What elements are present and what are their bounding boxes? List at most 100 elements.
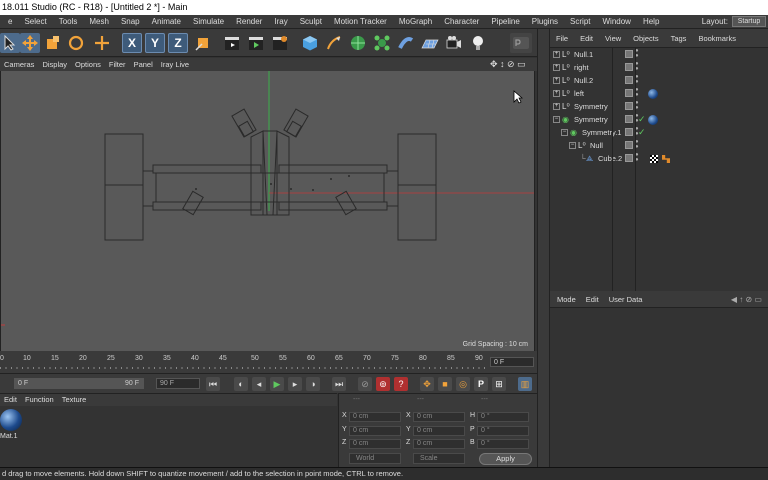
coordinate-mode-dropdown[interactable]: World: [349, 453, 401, 464]
selection-tag-icon[interactable]: [662, 155, 670, 163]
menu-snap[interactable]: Snap: [115, 15, 146, 29]
material-tag-icon[interactable]: [648, 89, 658, 99]
next-frame-button[interactable]: ▸: [288, 377, 302, 391]
pos-z-field[interactable]: 0 cm: [349, 439, 401, 449]
prev-key-button[interactable]: ◐: [234, 377, 248, 391]
expand-icon[interactable]: −: [569, 142, 576, 149]
size-y-field[interactable]: 0 cm: [413, 426, 465, 436]
objects-menu-tags[interactable]: Tags: [665, 29, 693, 47]
autokey-button[interactable]: ⊚: [376, 377, 390, 391]
expand-icon[interactable]: +: [553, 77, 560, 84]
frame-range-slider[interactable]: 0 F 90 F: [14, 378, 144, 389]
objects-menu-objects[interactable]: Objects: [627, 29, 664, 47]
menu-help[interactable]: Help: [637, 15, 665, 29]
prev-frame-button[interactable]: ◂: [252, 377, 266, 391]
layer-checkbox[interactable]: [625, 141, 633, 149]
render-picture-viewer-button[interactable]: [246, 33, 266, 53]
viewport-menu-display[interactable]: Display: [38, 58, 71, 71]
timeline-ruler[interactable]: 0 10 15 20 25 30 35 40 45 50 55 60 65 70…: [0, 351, 488, 365]
menu-item[interactable]: e: [2, 15, 18, 29]
menu-pipeline[interactable]: Pipeline: [485, 15, 525, 29]
3d-viewport[interactable]: Grid Spacing : 10 cm: [0, 71, 535, 351]
move-tool-button[interactable]: [20, 33, 40, 53]
object-row[interactable]: + L⁰ left ● ●: [550, 87, 768, 100]
object-row[interactable]: └ ⟁ Cube.2 ● ●: [550, 152, 768, 165]
menu-mesh[interactable]: Mesh: [83, 15, 115, 29]
layer-checkbox[interactable]: [625, 76, 633, 84]
objects-menu-view[interactable]: View: [599, 29, 627, 47]
play-button[interactable]: ▶: [270, 377, 284, 391]
viewport-menu-iray-live[interactable]: Iray Live: [157, 58, 193, 71]
layer-checkbox[interactable]: [625, 154, 633, 162]
timeline-window-button[interactable]: ▥: [518, 377, 532, 391]
objects-menu-edit[interactable]: Edit: [574, 29, 599, 47]
viewport-nav-icons[interactable]: ✥ ↕ ⊘ ▭: [490, 58, 526, 71]
expand-icon[interactable]: +: [553, 90, 560, 97]
pos-y-field[interactable]: 0 cm: [349, 426, 401, 436]
next-key-button[interactable]: ◑: [306, 377, 320, 391]
attribute-menu-edit[interactable]: Edit: [581, 291, 604, 307]
layer-checkbox[interactable]: [625, 89, 633, 97]
z-axis-button[interactable]: Z: [168, 33, 188, 53]
coordinate-system-button[interactable]: [193, 33, 213, 53]
menu-motion-tracker[interactable]: Motion Tracker: [328, 15, 393, 29]
object-row[interactable]: + L⁰ right ● ●: [550, 61, 768, 74]
attribute-nav-icons[interactable]: ◀ ↑ ⊘ ▭: [731, 291, 762, 308]
menu-iray[interactable]: Iray: [268, 15, 293, 29]
material-menu-texture[interactable]: Texture: [58, 394, 91, 406]
key-rotation-button[interactable]: ◎: [456, 377, 470, 391]
menu-sculpt[interactable]: Sculpt: [294, 15, 328, 29]
objects-menu-bookmarks[interactable]: Bookmarks: [692, 29, 742, 47]
menu-render[interactable]: Render: [230, 15, 268, 29]
expand-icon[interactable]: −: [561, 129, 568, 136]
size-z-field[interactable]: 0 cm: [413, 439, 465, 449]
pos-x-field[interactable]: 0 cm: [349, 412, 401, 422]
record-button[interactable]: ⊘: [358, 377, 372, 391]
object-row[interactable]: − ◉ Symmetry ● ● ✓: [550, 113, 768, 126]
viewport-menu-options[interactable]: Options: [71, 58, 105, 71]
material-menu-function[interactable]: Function: [21, 394, 58, 406]
layer-checkbox[interactable]: [625, 63, 633, 71]
menu-select[interactable]: Select: [18, 15, 52, 29]
rotate-tool-button[interactable]: [66, 33, 86, 53]
render-view-button[interactable]: [222, 33, 242, 53]
object-row[interactable]: + L⁰ Null.2 ● ●: [550, 74, 768, 87]
uvw-tag-icon[interactable]: [650, 155, 658, 163]
floor-button[interactable]: [420, 33, 440, 53]
light-button[interactable]: [468, 33, 488, 53]
object-row[interactable]: + L⁰ Null.1 ● ●: [550, 48, 768, 61]
subdivision-button[interactable]: [348, 33, 368, 53]
y-axis-button[interactable]: Y: [145, 33, 165, 53]
menu-plugins[interactable]: Plugins: [526, 15, 564, 29]
rot-b-field[interactable]: 0 °: [477, 439, 529, 449]
keyframe-selection-button[interactable]: ?: [394, 377, 408, 391]
objects-menu-file[interactable]: File: [550, 29, 574, 47]
object-row[interactable]: − ◉ Symmetry.1 ● ● ✓: [550, 126, 768, 139]
live-select-button[interactable]: [92, 33, 112, 53]
material-menu-edit[interactable]: Edit: [0, 394, 21, 406]
expand-icon[interactable]: +: [553, 64, 560, 71]
spline-pen-button[interactable]: [324, 33, 344, 53]
end-frame-field[interactable]: 90 F: [156, 378, 200, 389]
menu-mograph[interactable]: MoGraph: [393, 15, 438, 29]
pbr-button[interactable]: [510, 33, 532, 53]
apply-button[interactable]: Apply: [479, 453, 532, 465]
attribute-menu-mode[interactable]: Mode: [552, 291, 581, 307]
viewport-menu-filter[interactable]: Filter: [105, 58, 130, 71]
cube-primitive-button[interactable]: [300, 33, 320, 53]
timeline[interactable]: 0 10 15 20 25 30 35 40 45 50 55 60 65 70…: [0, 351, 537, 373]
menu-animate[interactable]: Animate: [146, 15, 187, 29]
key-position-button[interactable]: ✥: [420, 377, 434, 391]
deformer-button[interactable]: [396, 33, 416, 53]
object-row[interactable]: + L⁰ Symmetry ● ●: [550, 100, 768, 113]
size-x-field[interactable]: 0 cm: [413, 412, 465, 422]
menu-simulate[interactable]: Simulate: [187, 15, 230, 29]
attribute-menu-user-data[interactable]: User Data: [604, 291, 648, 307]
expand-icon[interactable]: +: [553, 103, 560, 110]
key-pla-button[interactable]: ⊞: [492, 377, 506, 391]
expand-icon[interactable]: +: [553, 51, 560, 58]
menu-window[interactable]: Window: [597, 15, 637, 29]
goto-end-button[interactable]: ⏭: [332, 377, 346, 391]
layer-checkbox[interactable]: [625, 115, 633, 123]
viewport-menu-panel[interactable]: Panel: [130, 58, 157, 71]
